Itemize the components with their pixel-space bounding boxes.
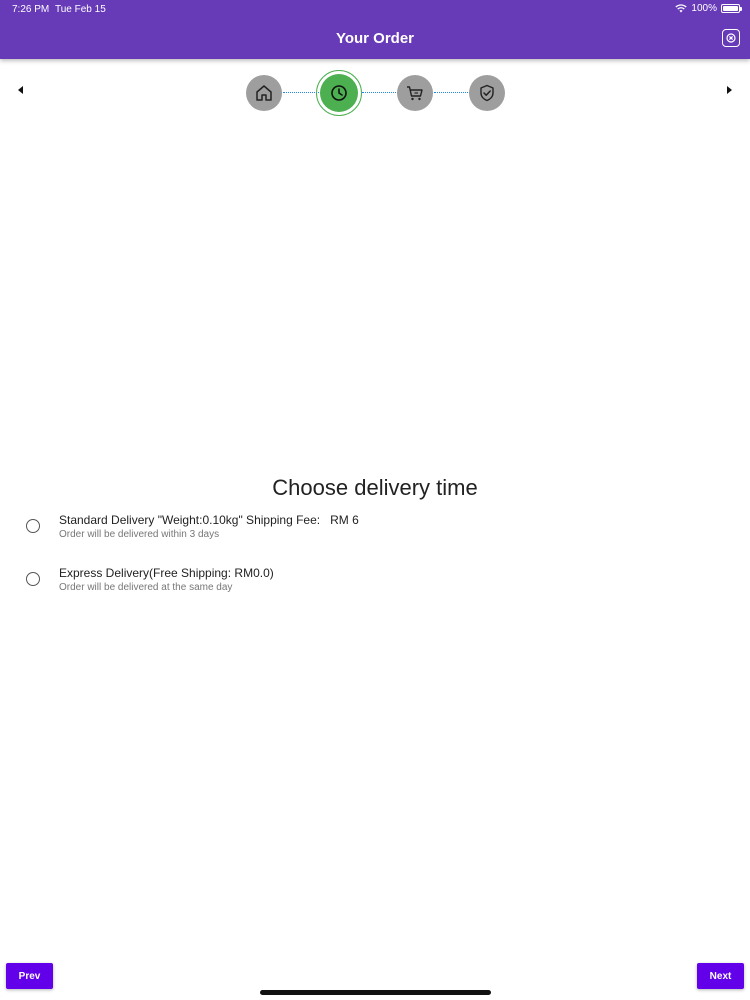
delivery-option-standard[interactable]: Standard Delivery "Weight:0.10kg" Shippi… xyxy=(0,510,750,560)
stepper-next-arrow[interactable] xyxy=(727,86,732,94)
step-connector xyxy=(362,92,398,93)
close-icon xyxy=(726,33,736,43)
status-date: Tue Feb 15 xyxy=(55,4,106,15)
shield-check-icon xyxy=(480,84,494,102)
clock-icon xyxy=(331,85,347,101)
status-time: 7:26 PM xyxy=(12,4,50,15)
step-connector xyxy=(283,92,319,93)
option-title: Express Delivery(Free Shipping: RM0.0) xyxy=(59,566,274,580)
app-header: 7:26 PM Tue Feb 15 100% Your Order xyxy=(0,0,750,59)
prev-button[interactable]: Prev xyxy=(6,963,53,989)
page-title: Your Order xyxy=(335,30,415,47)
next-button[interactable]: Next xyxy=(697,963,744,989)
step-cart[interactable] xyxy=(397,75,433,111)
option-subtitle: Order will be delivered within 3 days xyxy=(59,529,220,540)
home-indicator xyxy=(260,990,491,995)
status-indicators: 100% xyxy=(675,3,742,14)
delivery-option-express[interactable]: Express Delivery(Free Shipping: RM0.0) O… xyxy=(0,563,750,613)
step-home[interactable] xyxy=(246,75,282,111)
option-subtitle: Order will be delivered at the same day xyxy=(59,582,233,593)
order-stepper xyxy=(0,59,750,129)
section-title: Choose delivery time xyxy=(272,475,478,500)
wifi-icon xyxy=(675,4,688,13)
option-title: Standard Delivery "Weight:0.10kg" Shippi… xyxy=(59,513,359,527)
battery-icon xyxy=(721,4,742,13)
radio-express[interactable] xyxy=(26,572,40,586)
cart-icon xyxy=(407,86,423,101)
home-icon xyxy=(256,85,272,101)
step-delivery-time[interactable] xyxy=(316,70,362,116)
battery-percent: 100% xyxy=(691,3,717,14)
step-confirm[interactable] xyxy=(469,75,505,111)
step-connector xyxy=(434,92,470,93)
radio-standard[interactable] xyxy=(26,519,40,533)
stepper-prev-arrow[interactable] xyxy=(18,86,23,94)
close-button[interactable] xyxy=(722,29,740,47)
